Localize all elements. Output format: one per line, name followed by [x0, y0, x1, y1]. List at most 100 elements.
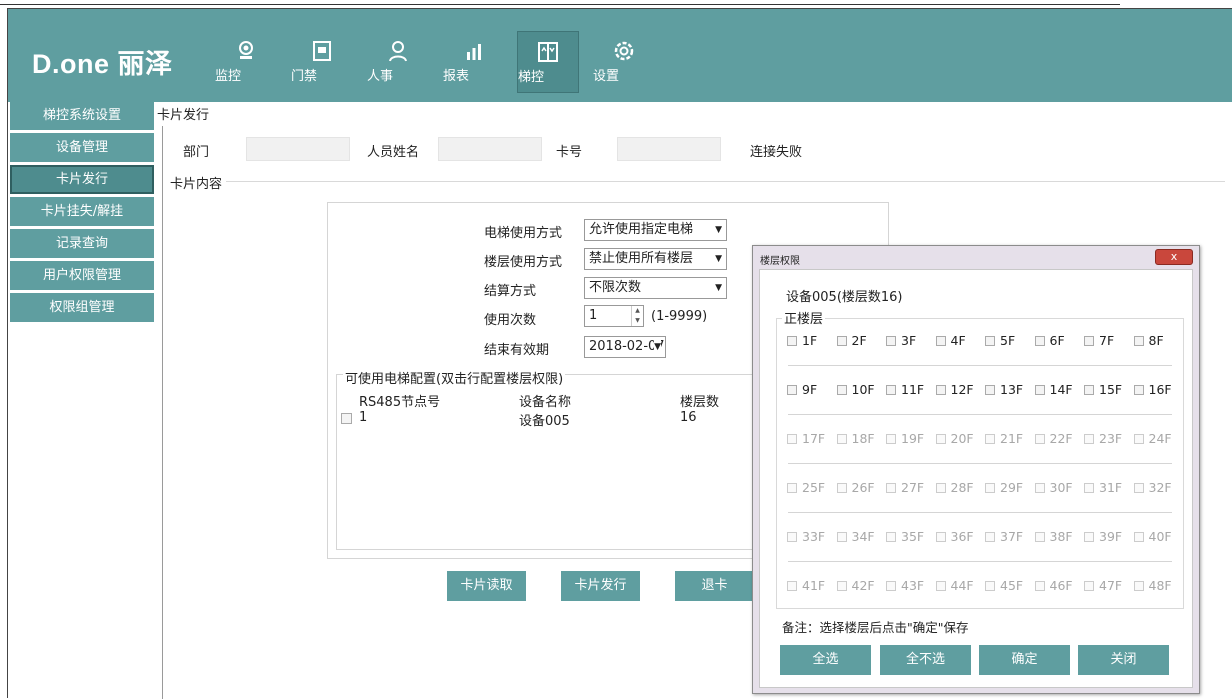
card-read-button[interactable]: 卡片读取 [447, 571, 526, 601]
floor-checkbox[interactable]: 6F [1034, 331, 1065, 351]
floor-label: 12F [950, 382, 974, 397]
app-logo: D.one 丽泽 [32, 49, 173, 79]
floor-checkbox[interactable]: 43F [886, 576, 924, 596]
nav-settings[interactable]: 设置 [593, 31, 655, 93]
confirm-button[interactable]: 确定 [979, 645, 1070, 675]
floor-checkbox[interactable]: 13F [985, 380, 1023, 400]
floor-checkbox[interactable]: 24F [1133, 429, 1172, 449]
floor-checkbox[interactable]: 10F [836, 380, 875, 400]
floor-checkbox[interactable]: 30F [1034, 478, 1073, 498]
floor-checkbox[interactable]: 48F [1133, 576, 1172, 596]
table-row[interactable]: 1 设备005 16 [341, 409, 761, 429]
floor-checkbox[interactable]: 41F [787, 576, 825, 596]
checkbox-icon [935, 580, 946, 591]
floor-checkbox[interactable]: 39F [1084, 527, 1122, 547]
floor-checkbox[interactable]: 37F [985, 527, 1023, 547]
dialog-body: 设备005(楼层数16) 1F 2F 3F 4F 5F 6F 7F 8F 9F 10F 11F 12F… [759, 269, 1193, 688]
count-stepper[interactable]: 1 ▲ ▼ [584, 305, 644, 327]
floor-checkbox[interactable]: 40F [1133, 527, 1172, 547]
floor-row: 1F 2F 3F 4F 5F 6F 7F 8F [787, 331, 1183, 351]
floor-checkbox[interactable]: 18F [836, 429, 875, 449]
floor-checkbox[interactable]: 42F [836, 576, 875, 596]
person-icon [389, 41, 407, 62]
floor-checkbox[interactable]: 7F [1084, 331, 1114, 351]
floor-checkbox[interactable]: 14F [1034, 380, 1073, 400]
floor-checkbox[interactable]: 5F [985, 331, 1015, 351]
sidebar-item-elevator-settings[interactable]: 梯控系统设置 [10, 101, 154, 130]
checkbox-icon [1034, 580, 1045, 591]
floor-checkbox[interactable]: 1F [787, 331, 817, 351]
floor-label: 33F [802, 529, 826, 544]
floor-checkbox[interactable]: 35F [886, 527, 924, 547]
floor-checkbox[interactable]: 36F [935, 527, 974, 547]
close-button[interactable]: 关闭 [1078, 645, 1169, 675]
bar-chart-icon [467, 44, 481, 60]
floor-checkbox[interactable]: 16F [1133, 380, 1172, 400]
floor-checkbox[interactable]: 44F [935, 576, 974, 596]
sidebar-item-user-permissions[interactable]: 用户权限管理 [10, 261, 154, 290]
card-return-button[interactable]: 退卡 [675, 571, 754, 601]
sidebar-item-card-loss[interactable]: 卡片挂失/解挂 [10, 197, 154, 226]
floor-checkbox[interactable]: 32F [1133, 478, 1172, 498]
floor-checkbox[interactable]: 27F [886, 478, 924, 498]
card-number-input[interactable] [617, 137, 721, 161]
expiry-date-picker[interactable]: 2018-02-07 ▼ [584, 336, 666, 358]
billing-select[interactable]: 不限次数 ▼ [584, 277, 727, 299]
billing-label: 结算方式 [484, 284, 537, 299]
floor-checkbox[interactable]: 11F [886, 380, 924, 400]
sidebar-item-permission-groups[interactable]: 权限组管理 [10, 293, 154, 322]
floor-checkbox[interactable]: 4F [935, 331, 966, 351]
floor-checkbox[interactable]: 34F [836, 527, 875, 547]
floor-checkbox[interactable]: 8F [1133, 331, 1164, 351]
floor-checkbox[interactable]: 28F [935, 478, 974, 498]
floor-checkbox[interactable]: 12F [935, 380, 974, 400]
floor-label: 27F [901, 480, 925, 495]
floor-checkbox[interactable]: 29F [985, 478, 1023, 498]
nav-access[interactable]: 门禁 [291, 31, 353, 93]
select-all-button[interactable]: 全选 [780, 645, 871, 675]
floor-checkbox[interactable]: 23F [1084, 429, 1122, 449]
floor-checkbox[interactable]: 45F [985, 576, 1023, 596]
sidebar-item-card-issue[interactable]: 卡片发行 [10, 165, 154, 194]
floor-checkbox[interactable]: 17F [787, 429, 825, 449]
dept-input[interactable] [246, 137, 350, 161]
floor-checkbox[interactable]: 3F [886, 331, 916, 351]
nav-elevator[interactable]: 梯控 [517, 31, 579, 93]
floor-checkbox[interactable]: 31F [1084, 478, 1122, 498]
checkbox-icon [1034, 433, 1045, 444]
elevator-mode-select[interactable]: 允许使用指定电梯 ▼ [584, 219, 727, 241]
floor-mode-select[interactable]: 禁止使用所有楼层 ▼ [584, 248, 727, 270]
floor-checkbox[interactable]: 22F [1034, 429, 1073, 449]
floor-checkbox[interactable]: 19F [886, 429, 924, 449]
floor-label: 20F [950, 431, 974, 446]
floor-checkbox[interactable]: 9F [787, 380, 817, 400]
floor-checkbox[interactable]: 46F [1034, 576, 1073, 596]
row-checkbox[interactable] [341, 413, 352, 424]
sidebar: 梯控系统设置 设备管理 卡片发行 卡片挂失/解挂 记录查询 用户权限管理 权限组… [10, 101, 154, 325]
select-none-button[interactable]: 全不选 [880, 645, 971, 675]
floor-label: 39F [1099, 529, 1123, 544]
floor-checkbox[interactable]: 38F [1034, 527, 1073, 547]
checkbox-icon [985, 531, 995, 542]
floor-checkbox[interactable]: 25F [787, 478, 825, 498]
floor-checkbox[interactable]: 20F [935, 429, 974, 449]
nav-hr[interactable]: 人事 [367, 31, 429, 93]
sidebar-item-records[interactable]: 记录查询 [10, 229, 154, 258]
floor-label: 22F [1049, 431, 1073, 446]
floor-checkbox[interactable]: 47F [1084, 576, 1122, 596]
floor-checkbox[interactable]: 21F [985, 429, 1023, 449]
nav-monitor[interactable]: 监控 [215, 31, 277, 93]
floor-checkbox[interactable]: 15F [1084, 380, 1122, 400]
checkbox-icon [1133, 531, 1144, 542]
floor-checkbox[interactable]: 33F [787, 527, 825, 547]
close-icon[interactable]: x [1155, 249, 1193, 265]
name-input[interactable] [438, 137, 542, 161]
card-issue-button[interactable]: 卡片发行 [561, 571, 640, 601]
sidebar-item-device-management[interactable]: 设备管理 [10, 133, 154, 162]
nav-reports[interactable]: 报表 [443, 31, 505, 93]
stepper-arrows-icon[interactable]: ▲ ▼ [631, 306, 643, 326]
floor-checkbox[interactable]: 26F [836, 478, 875, 498]
floor-label: 4F [950, 333, 966, 348]
checkbox-icon [1133, 335, 1144, 346]
floor-checkbox[interactable]: 2F [836, 331, 867, 351]
